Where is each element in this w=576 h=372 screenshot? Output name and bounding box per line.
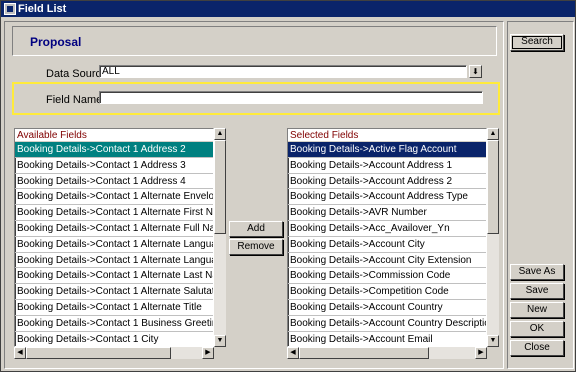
list-item[interactable]: Booking Details->Account City Extension: [288, 253, 486, 269]
list-item[interactable]: Booking Details->Competition Code: [288, 284, 486, 300]
title-bar: Field List: [1, 1, 575, 17]
scroll-down-icon[interactable]: ▼: [214, 335, 226, 347]
list-item[interactable]: Booking Details->Contact 1 Address 2: [15, 142, 213, 158]
selected-horizontal-scrollbar[interactable]: ◀ ▶: [287, 347, 487, 359]
new-button[interactable]: New: [510, 302, 564, 318]
scroll-thumb[interactable]: [299, 347, 429, 359]
list-item[interactable]: Booking Details->Account Email: [288, 332, 486, 346]
scroll-up-icon[interactable]: ▲: [214, 128, 226, 140]
list-item[interactable]: Booking Details->Account City: [288, 237, 486, 253]
scroll-thumb[interactable]: [214, 140, 226, 234]
header-box: Proposal: [12, 26, 497, 56]
list-item[interactable]: Booking Details->Contact 1 Alternate Env…: [15, 189, 213, 206]
list-item[interactable]: Booking Details->Contact 1 Alternate Sal…: [15, 284, 213, 300]
add-button[interactable]: Add: [229, 221, 283, 237]
list-item[interactable]: Booking Details->Contact 1 City: [15, 332, 213, 346]
scroll-up-icon[interactable]: ▲: [487, 128, 499, 140]
data-source-select[interactable]: ALL: [99, 65, 467, 78]
list-item[interactable]: Booking Details->Contact 1 Address 3: [15, 158, 213, 174]
list-item[interactable]: Booking Details->AVR Number: [288, 205, 486, 221]
list-item[interactable]: Booking Details->Contact 1 Alternate Tit…: [15, 300, 213, 316]
field-name-label: Field Name: [46, 94, 103, 106]
scroll-right-icon[interactable]: ▶: [202, 347, 214, 359]
search-button[interactable]: Search: [510, 34, 564, 51]
list-item[interactable]: Booking Details->Commission Code: [288, 268, 486, 285]
list-item[interactable]: Booking Details->Account Address Type: [288, 189, 486, 206]
list-item[interactable]: Booking Details->Contact 1 Alternate Las…: [15, 268, 213, 285]
list-item[interactable]: Booking Details->Contact 1 Alternate Lan…: [15, 253, 213, 269]
scroll-left-icon[interactable]: ◀: [287, 347, 299, 359]
ok-button[interactable]: OK: [510, 321, 564, 337]
list-item[interactable]: Booking Details->Contact 1 Business Gree…: [15, 316, 213, 332]
close-button[interactable]: Close: [510, 340, 564, 356]
available-vertical-scrollbar[interactable]: ▲ ▼: [214, 128, 226, 347]
page-title: Proposal: [30, 35, 82, 49]
data-source-label: Data Source: [46, 68, 108, 80]
scroll-left-icon[interactable]: ◀: [14, 347, 26, 359]
window-title: Field List: [18, 3, 67, 15]
scroll-thumb[interactable]: [487, 140, 499, 234]
field-name-input[interactable]: [99, 91, 483, 104]
list-item[interactable]: Booking Details->Acc_Availover_Yn: [288, 221, 486, 237]
save-button[interactable]: Save: [510, 283, 564, 299]
list-item[interactable]: Booking Details->Account Address 1: [288, 158, 486, 174]
list-item[interactable]: Booking Details->Contact 1 Alternate Lan…: [15, 237, 213, 253]
list-item[interactable]: Booking Details->Account Country Descrip…: [288, 316, 486, 332]
list-item[interactable]: Booking Details->Account Address 2: [288, 174, 486, 190]
field-list-window: Field List Proposal Data Source ALL ⬇ Fi…: [0, 0, 576, 372]
scroll-right-icon[interactable]: ▶: [475, 347, 487, 359]
chevron-down-icon: ⬇: [472, 67, 479, 76]
app-icon: [4, 3, 16, 15]
list-item[interactable]: Booking Details->Contact 1 Address 4: [15, 174, 213, 190]
list-item[interactable]: Booking Details->Contact 1 Alternate Fir…: [15, 205, 213, 221]
list-item[interactable]: Booking Details->Active Flag Account: [288, 142, 486, 158]
available-fields-list[interactable]: Available Fields Booking Details->Contac…: [14, 128, 214, 347]
scroll-thumb[interactable]: [26, 347, 171, 359]
remove-button[interactable]: Remove: [229, 239, 283, 255]
available-horizontal-scrollbar[interactable]: ◀ ▶: [14, 347, 214, 359]
data-source-dropdown-button[interactable]: ⬇: [469, 65, 482, 78]
list-item[interactable]: Booking Details->Account Country: [288, 300, 486, 316]
selected-fields-list[interactable]: Selected Fields Booking Details->Active …: [287, 128, 487, 347]
selected-vertical-scrollbar[interactable]: ▲ ▼: [487, 128, 499, 347]
list-item[interactable]: Booking Details->Contact 1 Alternate Ful…: [15, 221, 213, 237]
available-fields-header: Available Fields: [15, 129, 213, 142]
save-as-button[interactable]: Save As: [510, 264, 564, 280]
scroll-down-icon[interactable]: ▼: [487, 335, 499, 347]
selected-fields-header: Selected Fields: [288, 129, 486, 142]
